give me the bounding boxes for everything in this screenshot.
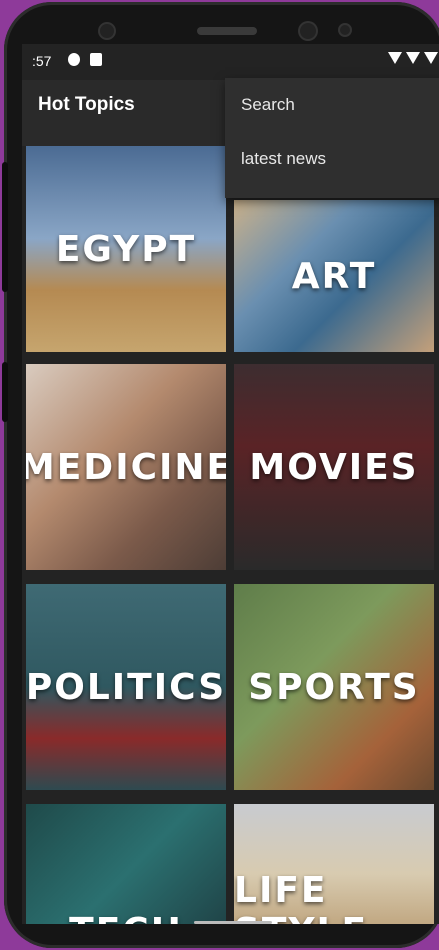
tile-label: ART: [291, 255, 377, 297]
menu-item-search[interactable]: Search: [225, 78, 439, 132]
tile-movies[interactable]: MOVIES: [234, 364, 434, 570]
menu-item-latest-news[interactable]: latest news: [225, 132, 439, 186]
home-indicator: [194, 921, 272, 924]
sensor: [340, 25, 350, 35]
tile-label: MOVIES: [249, 446, 419, 488]
tile-label: LIFE STYLE: [234, 870, 366, 924]
notification-icon: [68, 53, 80, 66]
tile-medicine[interactable]: MEDICINE: [26, 364, 226, 570]
tile-art[interactable]: ART: [234, 200, 434, 352]
status-time: :57: [32, 53, 52, 69]
battery-icon: [424, 52, 438, 64]
tile-tech[interactable]: TECH: [26, 804, 226, 924]
bixby-button: [2, 362, 8, 422]
tile-label: SPORTS: [248, 666, 420, 708]
tile-label: POLITICS: [26, 666, 226, 708]
front-camera: [100, 24, 114, 38]
earpiece-speaker: [197, 27, 257, 35]
iris-scanner: [300, 23, 316, 39]
tile-label: EGYPT: [55, 228, 197, 270]
sd-card-icon: [90, 53, 102, 66]
tile-egypt[interactable]: EGYPT: [26, 146, 226, 352]
overflow-menu: Search latest news: [225, 78, 439, 198]
app-title: Hot Topics: [38, 94, 135, 115]
phone-frame: :57 Hot Topics EGYPT ART MEDICINE MOVIES…: [2, 2, 439, 948]
tile-label: TECH: [69, 911, 183, 924]
screen: :57 Hot Topics EGYPT ART MEDICINE MOVIES…: [22, 44, 439, 924]
status-bar: :57: [22, 44, 439, 80]
tile-politics[interactable]: POLITICS: [26, 584, 226, 790]
volume-button: [2, 162, 8, 292]
tile-sports[interactable]: SPORTS: [234, 584, 434, 790]
tile-label: MEDICINE: [26, 446, 226, 488]
tile-life-style[interactable]: LIFE STYLE: [234, 804, 434, 924]
signal-icon: [406, 52, 420, 64]
wifi-icon: [388, 52, 402, 64]
